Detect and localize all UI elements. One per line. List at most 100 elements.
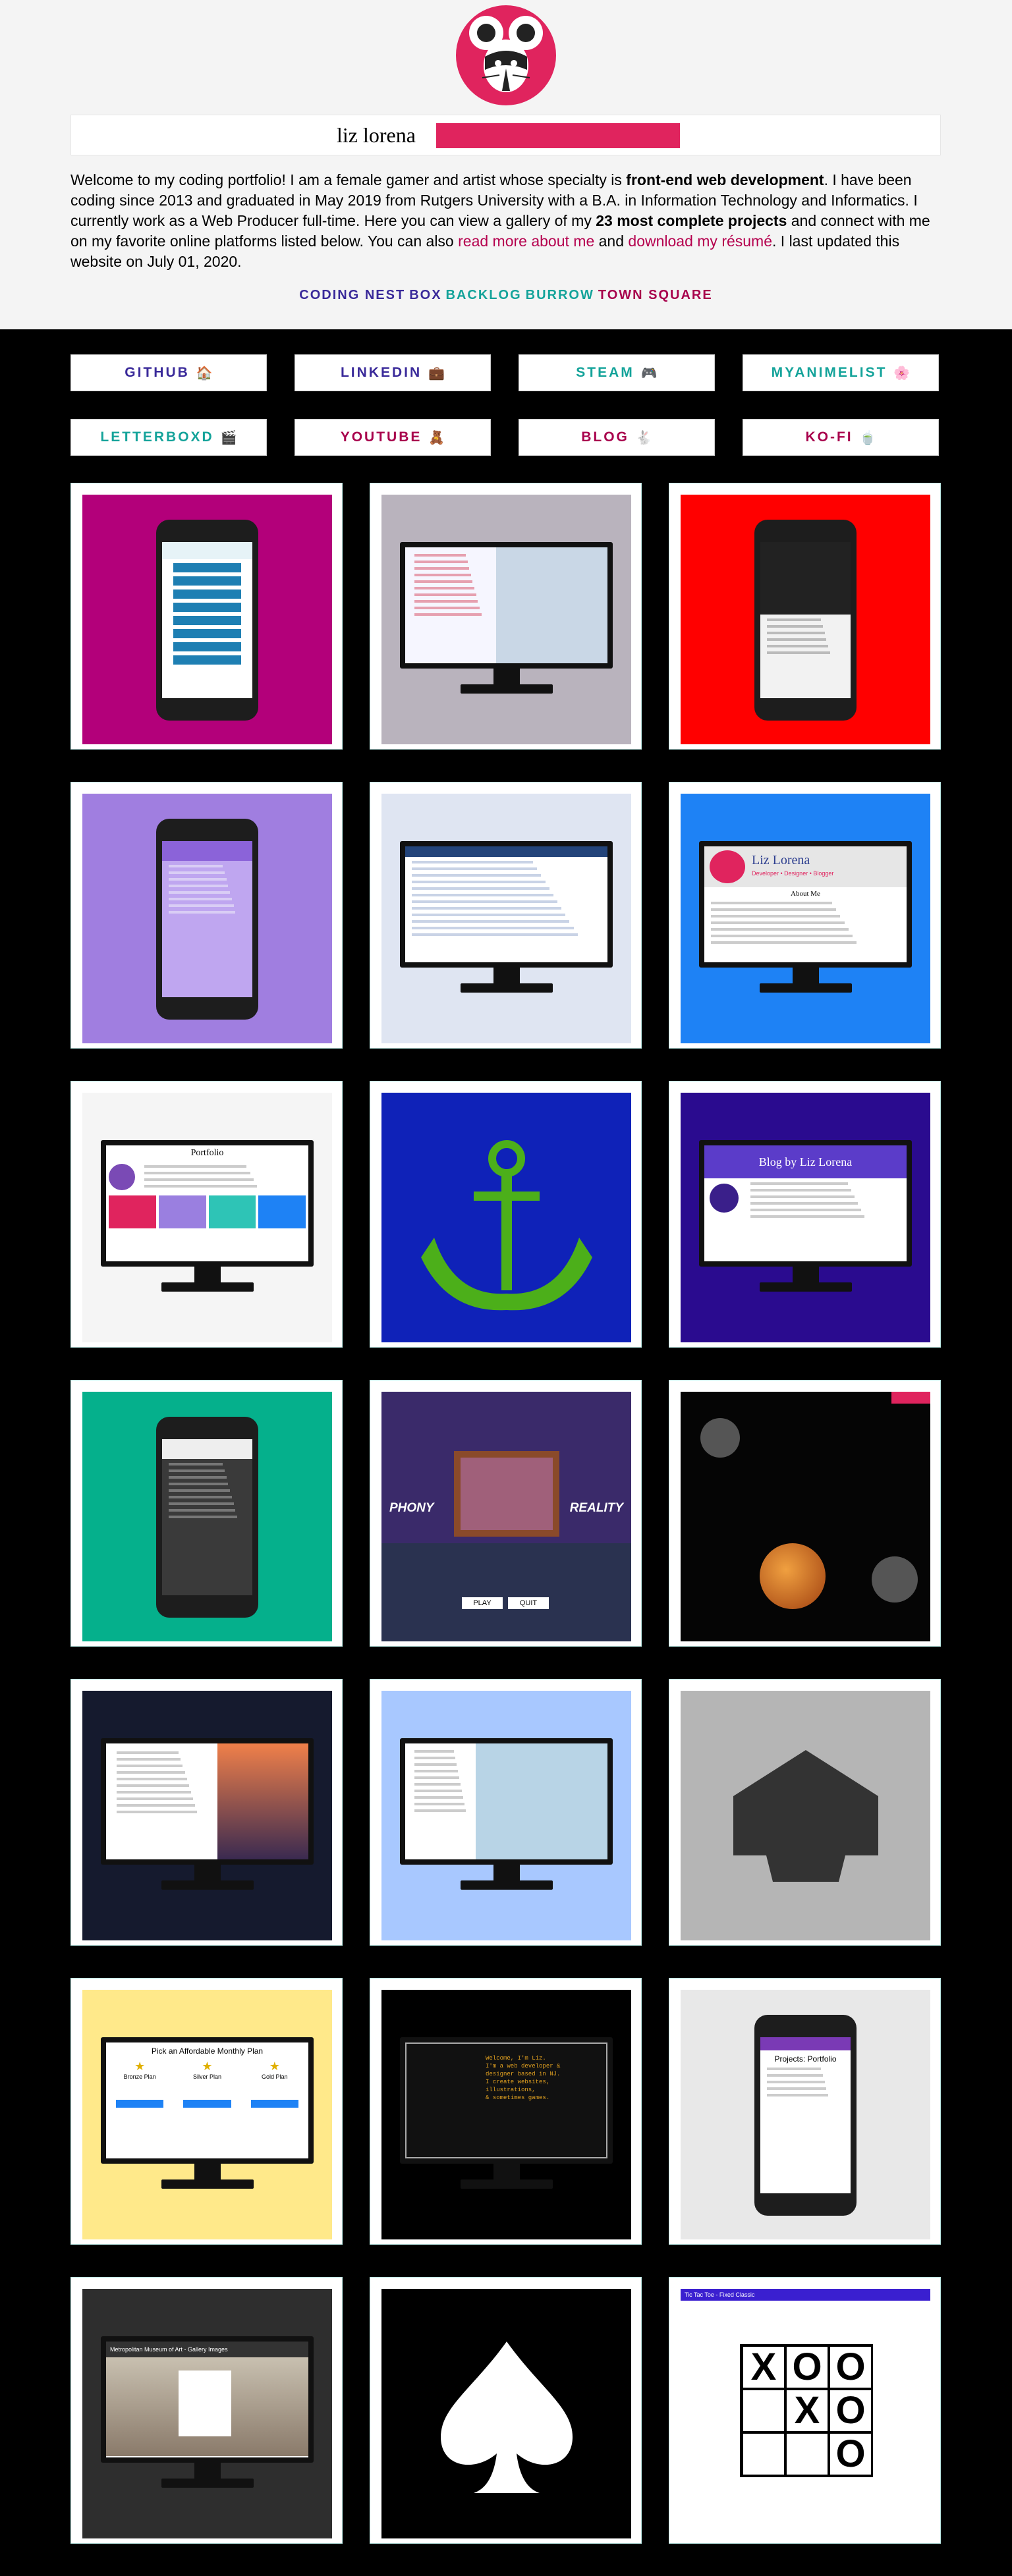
nav-burrow[interactable]: BURROW — [526, 288, 594, 303]
social-button-github[interactable]: GITHUB 🏠 — [70, 354, 267, 391]
monitor-mockup — [400, 542, 613, 669]
header: liz lorena Welcome to my coding portfoli… — [0, 0, 1012, 329]
title-highlight-bar — [436, 123, 680, 148]
plan-name: ★ Silver Plan — [177, 2060, 237, 2108]
ttt-cell[interactable] — [743, 2434, 784, 2475]
project-thumbnail — [381, 2289, 631, 2538]
plan-name: ★ Gold Plan — [244, 2060, 305, 2108]
project-tile[interactable] — [669, 1380, 941, 1647]
play-button[interactable]: PLAY — [462, 1597, 503, 1609]
ttt-cell[interactable]: X — [743, 2347, 784, 2388]
project-thumbnail — [381, 1691, 631, 1940]
project-tile[interactable] — [70, 1380, 343, 1647]
social-button-letterboxd[interactable]: LETTERBOXD 🎬 — [70, 419, 267, 456]
social-button-linkedin[interactable]: LINKEDIN 💼 — [295, 354, 491, 391]
nav-backlog[interactable]: BACKLOG — [446, 288, 522, 303]
project-thumbnail — [381, 794, 631, 1043]
social-button-blog[interactable]: BLOG 🐇 — [519, 419, 715, 456]
project-tile[interactable] — [370, 782, 642, 1049]
social-button-youtube[interactable]: YOUTUBE 🧸 — [295, 419, 491, 456]
project-tile[interactable]: Portfolio — [70, 1081, 343, 1348]
ttt-cell[interactable] — [743, 2390, 784, 2431]
social-button-ko-fi[interactable]: KO-FI 🍵 — [743, 419, 939, 456]
ttt-cell[interactable]: O — [830, 2347, 871, 2388]
ttt-title-bar: Tic Tac Toe - Fixed Classic — [681, 2289, 930, 2301]
project-tile[interactable] — [370, 483, 642, 750]
social-icon: 🎬 — [220, 430, 237, 445]
project-thumbnail — [681, 495, 930, 744]
intro-text: and — [594, 233, 629, 250]
project-thumbnail: Portfolio — [82, 1093, 332, 1342]
ttt-cell[interactable] — [787, 2434, 828, 2475]
project-tile[interactable]: Liz Lorena Developer • Designer • Blogger… — [669, 782, 941, 1049]
site-title-box: liz lorena — [70, 115, 941, 155]
social-button-label: MYANIMELIST — [771, 365, 887, 380]
social-icon: 🧸 — [428, 430, 445, 445]
monitor-mockup: Pick an Affordable Monthly Plan ★ Bronze P… — [101, 2037, 314, 2164]
project-thumbnail — [681, 1691, 930, 1940]
anchor-icon — [421, 1140, 592, 1311]
quit-button[interactable]: QUIT — [508, 1597, 549, 1609]
ttt-cell[interactable]: O — [830, 2434, 871, 2475]
intro-text: Welcome to my coding portfolio! I am a f… — [70, 171, 627, 188]
social-icon: 🍵 — [859, 430, 876, 445]
monitor-mockup: Blog by Liz Lorena — [699, 1140, 912, 1267]
project-tile[interactable]: Pick an Affordable Monthly Plan ★ Bronze P… — [70, 1978, 343, 2245]
project-tile[interactable]: Metropolitan Museum of Art - Gallery Ima… — [70, 2277, 343, 2544]
project-tile[interactable] — [70, 483, 343, 750]
project-thumbnail: Metropolitan Museum of Art - Gallery Ima… — [82, 2289, 332, 2538]
mouse-logo[interactable] — [456, 5, 556, 105]
social-button-steam[interactable]: STEAM 🎮 — [519, 354, 715, 391]
social-icon: 🐇 — [635, 430, 652, 445]
site-title: liz lorena — [337, 123, 416, 147]
social-button-label: STEAM — [576, 365, 634, 380]
project-tile[interactable] — [669, 1679, 941, 1946]
project-thumbnail — [82, 1392, 332, 1641]
nav-town-square[interactable]: TOWN SQUARE — [598, 288, 713, 303]
about-tagline: Developer • Designer • Blogger — [752, 870, 834, 877]
nav-box[interactable]: BOX — [409, 288, 441, 303]
social-button-label: BLOG — [581, 429, 629, 445]
monitor-mockup: Metropolitan Museum of Art - Gallery Ima… — [101, 2336, 314, 2463]
section-nav: CODING NEST BOX BACKLOG BURROW TOWN SQUARE — [0, 288, 1012, 303]
about-me-link[interactable]: read more about me — [458, 233, 594, 250]
project-tile[interactable]: Blog by Liz Lorena — [669, 1081, 941, 1348]
intro-bold: front-end web development — [626, 171, 824, 188]
project-tile[interactable]: Tic Tac Toe - Fixed Classic X O O X O O — [669, 2277, 941, 2544]
ttt-cell[interactable]: O — [830, 2390, 871, 2431]
phone-mockup — [754, 520, 857, 721]
project-thumbnail: Tic Tac Toe - Fixed Classic X O O X O O — [681, 2289, 930, 2538]
about-name: Liz Lorena — [752, 853, 810, 867]
project-tile[interactable]: PHONY REALITY PLAY QUIT — [370, 1380, 642, 1647]
portfolio-heading: Portfolio — [190, 1148, 224, 1158]
social-button-myanimelist[interactable]: MYANIMELIST 🌸 — [743, 354, 939, 391]
spade-icon — [441, 2342, 573, 2493]
project-tile[interactable] — [370, 1081, 642, 1348]
project-tile[interactable]: Welcome, I'm Liz. I'm a web developer & de… — [370, 1978, 642, 2245]
projects-heading: Projects: Portfolio — [774, 2054, 837, 2064]
monitor-mockup: Liz Lorena Developer • Designer • Blogger… — [699, 841, 912, 968]
monitor-mockup — [400, 841, 613, 968]
project-tile[interactable]: Projects: Portfolio — [669, 1978, 941, 2245]
phone-mockup: Projects: Portfolio — [754, 2015, 857, 2216]
project-tile[interactable] — [370, 1679, 642, 1946]
social-icon: 🏠 — [196, 366, 213, 381]
social-button-label: LINKEDIN — [340, 365, 422, 380]
intro-bold: 23 most complete projects — [596, 212, 787, 229]
project-thumbnail: Pick an Affordable Monthly Plan ★ Bronze P… — [82, 1990, 332, 2239]
social-icon: 🎮 — [640, 366, 658, 381]
resume-link[interactable]: download my résumé — [628, 233, 772, 250]
plan-heading: Pick an Affordable Monthly Plan — [151, 2046, 264, 2056]
project-tile[interactable] — [70, 1679, 343, 1946]
social-icon: 🌸 — [893, 366, 911, 381]
project-thumbnail — [681, 1392, 930, 1641]
ttt-cell[interactable]: X — [787, 2390, 828, 2431]
social-button-label: YOUTUBE — [340, 429, 422, 445]
nav-coding-nest[interactable]: CODING NEST — [299, 288, 405, 303]
project-tile[interactable] — [669, 483, 941, 750]
phony-label: PHONY — [389, 1501, 434, 1515]
project-thumbnail — [82, 794, 332, 1043]
project-tile[interactable] — [70, 782, 343, 1049]
ttt-cell[interactable]: O — [787, 2347, 828, 2388]
project-tile[interactable] — [370, 2277, 642, 2544]
